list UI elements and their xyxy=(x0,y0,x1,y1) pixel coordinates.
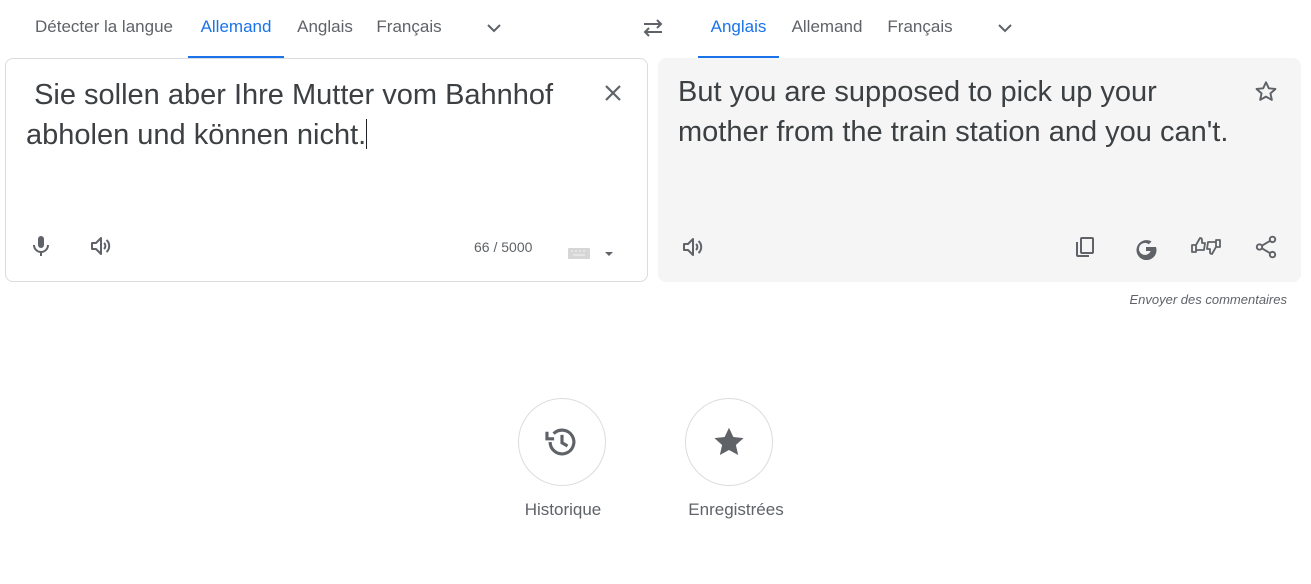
tab-source-english[interactable]: Anglais xyxy=(288,0,362,56)
source-listen-speaker-icon[interactable] xyxy=(85,230,117,262)
tab-source-french[interactable]: Français xyxy=(366,0,452,56)
target-listen-speaker-icon[interactable] xyxy=(677,231,709,263)
source-text-content: Sie sollen aber Ihre Mutter vom Bahnhof … xyxy=(26,79,554,151)
translation-text: But you are supposed to pick up your mot… xyxy=(678,76,1229,148)
google-icon[interactable] xyxy=(1130,231,1162,263)
microphone-icon[interactable] xyxy=(25,230,57,262)
source-language-bar: Détecter la langue Allemand Anglais Fran… xyxy=(0,0,640,58)
tab-source-german[interactable]: Allemand xyxy=(188,0,284,58)
tab-target-english[interactable]: Anglais xyxy=(698,0,779,58)
history-icon xyxy=(545,428,576,456)
clear-source-close-icon[interactable] xyxy=(597,77,629,109)
target-language-bar: Anglais Allemand Français xyxy=(658,0,1311,58)
copy-icon[interactable] xyxy=(1069,231,1101,263)
history-button[interactable] xyxy=(518,398,606,486)
keyboard-icon[interactable] xyxy=(562,235,622,267)
tab-target-german[interactable]: Allemand xyxy=(782,0,872,56)
history-label: Historique xyxy=(524,500,602,519)
send-feedback-link[interactable]: Envoyer des commentaires xyxy=(1129,292,1287,307)
source-more-languages-chevron-down-icon[interactable] xyxy=(482,16,506,40)
share-icon[interactable] xyxy=(1250,231,1282,263)
source-text-input[interactable]: Sie sollen aber Ihre Mutter vom Bahnhof … xyxy=(26,75,586,155)
text-caret xyxy=(366,119,368,149)
saved-label: Enregistrées xyxy=(688,500,784,519)
tab-target-french[interactable]: Français xyxy=(878,0,962,56)
source-text-panel[interactable]: Sie sollen aber Ihre Mutter vom Bahnhof … xyxy=(5,58,648,282)
character-counter: 66 / 5000 xyxy=(474,239,533,255)
feedback-thumbs-icon[interactable] xyxy=(1190,231,1222,263)
saved-button[interactable] xyxy=(685,398,773,486)
target-more-languages-chevron-down-icon[interactable] xyxy=(993,16,1017,40)
tab-detect-language[interactable]: Détecter la langue xyxy=(22,0,186,56)
star-icon xyxy=(714,427,744,456)
target-text-panel: But you are supposed to pick up your mot… xyxy=(658,58,1301,282)
save-translation-star-icon[interactable] xyxy=(1250,76,1282,108)
